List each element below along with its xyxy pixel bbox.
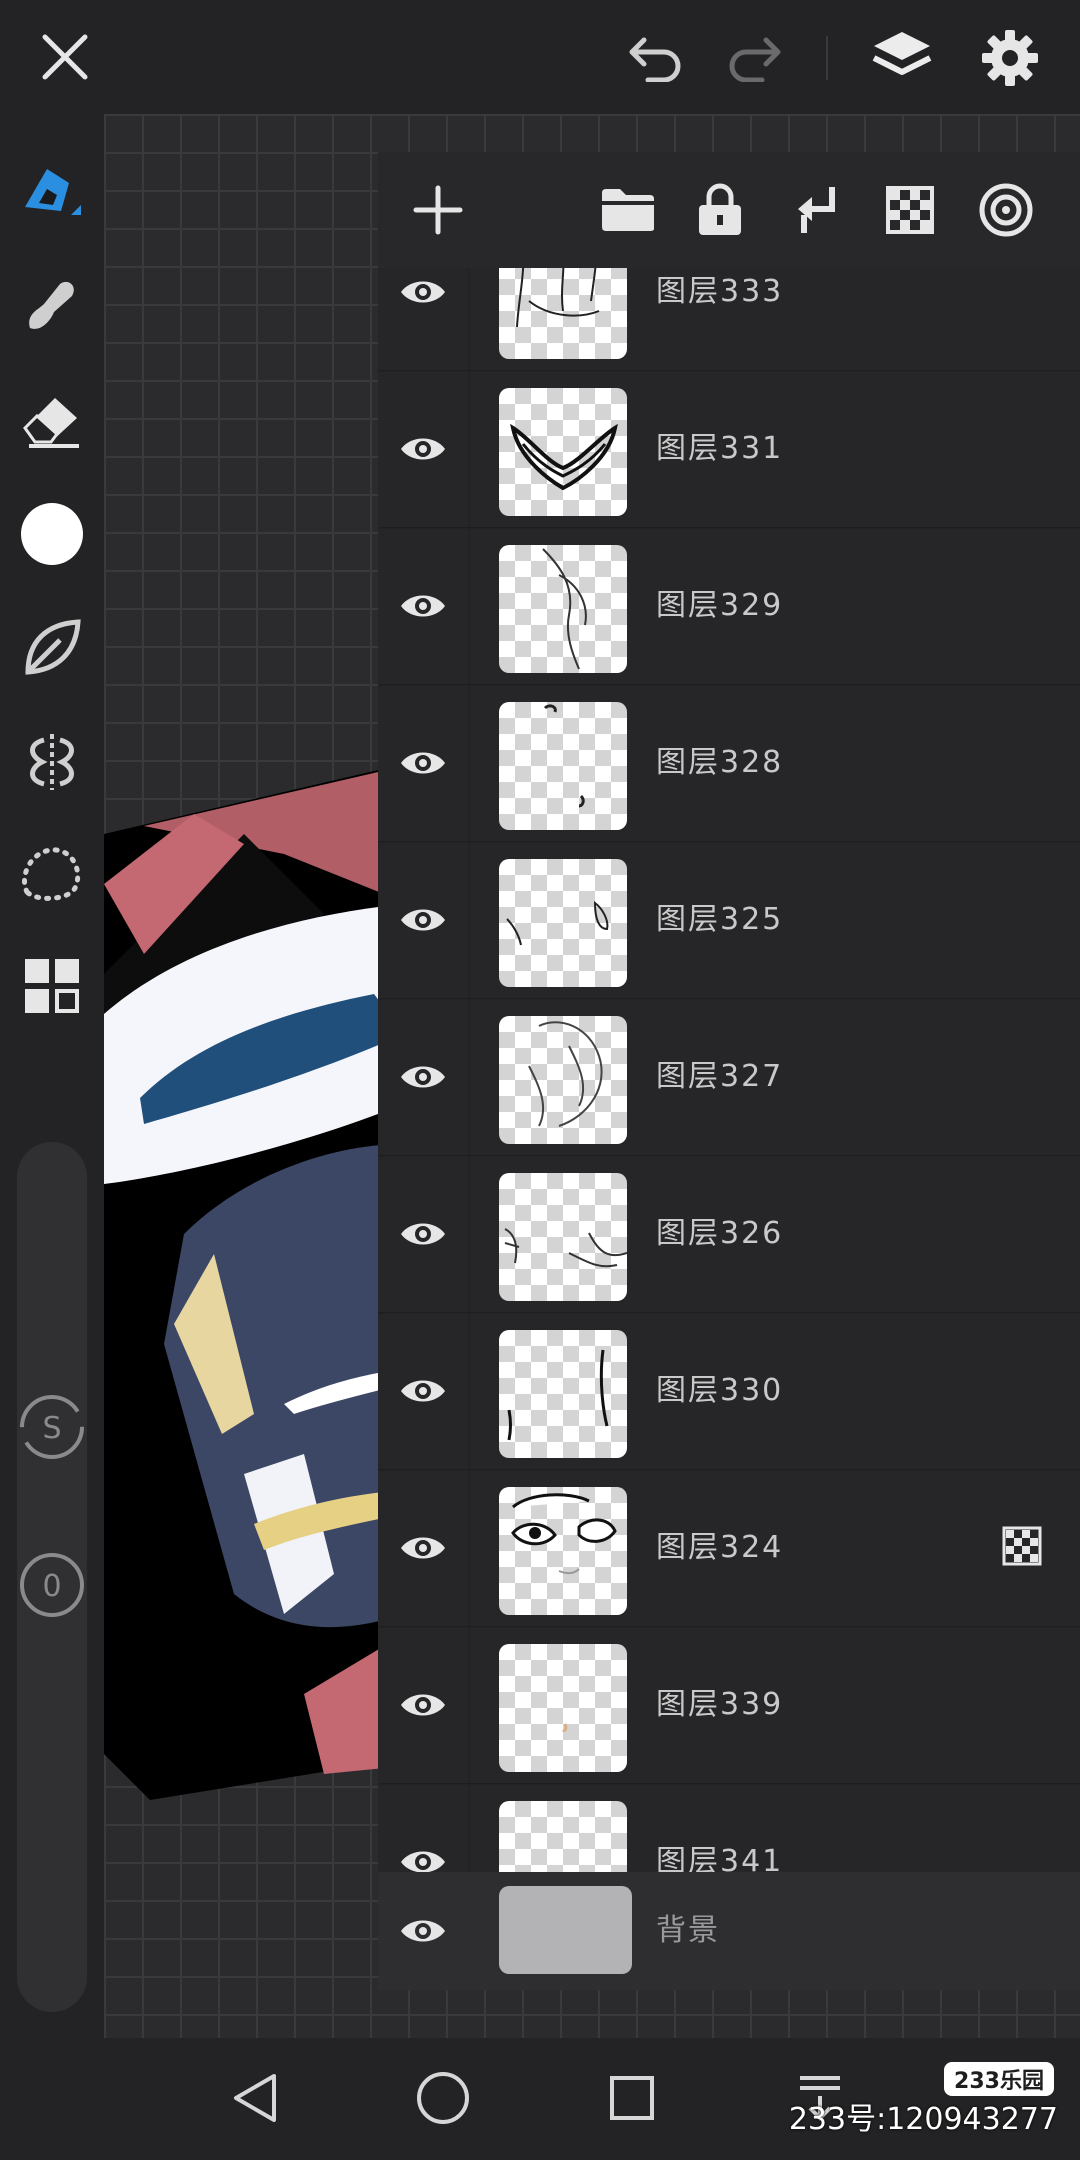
symmetry-icon[interactable] [14, 724, 90, 800]
top-toolbar [0, 0, 1080, 114]
pen-icon[interactable] [14, 156, 90, 232]
layer-row[interactable]: 图层329 [378, 528, 1080, 686]
back-icon[interactable] [216, 2058, 296, 2138]
layer-name: 图层331 [656, 431, 784, 466]
layer-row[interactable]: 图层325 [378, 842, 1080, 1000]
merge-down-icon[interactable] [778, 174, 850, 246]
eye-icon[interactable] [378, 1627, 470, 1783]
eye-icon[interactable] [378, 1156, 470, 1312]
layer-thumbnail [499, 388, 627, 516]
layers-icon[interactable] [864, 20, 940, 96]
layer-name: 图层326 [656, 1216, 784, 1251]
eye-icon[interactable] [378, 685, 470, 841]
opacity-knob[interactable]: 0 [17, 1550, 87, 1620]
layer-thumbnail [499, 1644, 627, 1772]
eye-icon[interactable] [378, 371, 470, 527]
layer-thumbnail [499, 1487, 627, 1615]
layers-panel: 图层333 图层331 图层329 图层328 图层325 图层327 图层326 图层330… [378, 152, 1080, 1990]
recents-icon[interactable] [592, 2058, 672, 2138]
folder-icon[interactable] [592, 174, 664, 246]
color-swatch[interactable] [14, 496, 90, 572]
layer-name: 图层327 [656, 1059, 784, 1094]
grid-icon[interactable] [14, 948, 90, 1024]
layer-row[interactable]: 图层327 [378, 999, 1080, 1157]
add-layer-icon[interactable] [402, 174, 474, 246]
brush-size-slider[interactable] [17, 1142, 87, 1596]
layer-name: 图层329 [656, 588, 784, 623]
layer-name: 图层328 [656, 745, 784, 780]
eye-icon[interactable] [378, 528, 470, 684]
smudge-icon[interactable] [14, 268, 90, 344]
layer-thumbnail [499, 702, 627, 830]
layer-thumbnail [499, 545, 627, 673]
layer-thumbnail [499, 1016, 627, 1144]
alpha-lock-icon [1002, 1526, 1042, 1566]
layer-row[interactable]: 图层330 [378, 1313, 1080, 1471]
layer-thumbnail [499, 268, 627, 359]
layer-row[interactable]: 图层328 [378, 685, 1080, 843]
eraser-icon[interactable] [14, 382, 90, 458]
layers-list-viewport[interactable]: 图层333 图层331 图层329 图层328 图层325 图层327 图层326 图层330… [378, 268, 1080, 1988]
layer-name: 图层324 [656, 1530, 784, 1565]
layer-thumbnail [499, 859, 627, 987]
layer-name: 图层330 [656, 1373, 784, 1408]
leaf-icon[interactable] [14, 610, 90, 686]
layer-row[interactable]: 图层333 [378, 268, 1080, 372]
watermark-logo: 233乐园 [944, 2062, 1054, 2096]
eye-icon[interactable] [378, 1470, 470, 1626]
watermark-id: 233号:120943277 [788, 2102, 1058, 2137]
target-icon[interactable] [970, 174, 1042, 246]
layer-row[interactable]: 图层339 [378, 1627, 1080, 1785]
size-label: S [42, 1411, 61, 1446]
eye-icon[interactable] [378, 1872, 468, 1990]
toolbar-divider [826, 36, 828, 80]
brush-size-knob[interactable]: S [17, 1392, 87, 1462]
tool-sidebar: S 0 [0, 114, 104, 2038]
opacity-label: 0 [42, 1569, 61, 1604]
layer-row[interactable]: 图层326 [378, 1156, 1080, 1314]
layers-panel-header [378, 152, 1080, 268]
eye-icon[interactable] [378, 842, 470, 998]
eye-icon[interactable] [378, 268, 470, 370]
layer-name: 图层325 [656, 902, 784, 937]
lasso-icon[interactable] [14, 836, 90, 912]
lock-icon[interactable] [684, 174, 756, 246]
layer-thumbnail [499, 1330, 627, 1458]
background-thumbnail [499, 1886, 632, 1974]
gear-icon[interactable] [972, 20, 1048, 96]
home-icon[interactable] [403, 2058, 483, 2138]
eye-icon[interactable] [378, 1313, 470, 1469]
layer-row[interactable]: 图层331 [378, 371, 1080, 529]
close-icon[interactable] [30, 22, 100, 92]
eye-icon[interactable] [378, 999, 470, 1155]
layer-name: 图层333 [656, 274, 784, 309]
layer-row[interactable]: 图层324 [378, 1470, 1080, 1628]
background-layer-row[interactable]: 背景 [378, 1872, 1080, 1990]
layer-thumbnail [499, 1173, 627, 1301]
redo-icon[interactable] [716, 22, 792, 92]
layer-name: 图层339 [656, 1687, 784, 1722]
background-layer-name: 背景 [656, 1913, 720, 1948]
undo-icon[interactable] [618, 22, 694, 92]
checker-icon[interactable] [874, 174, 946, 246]
